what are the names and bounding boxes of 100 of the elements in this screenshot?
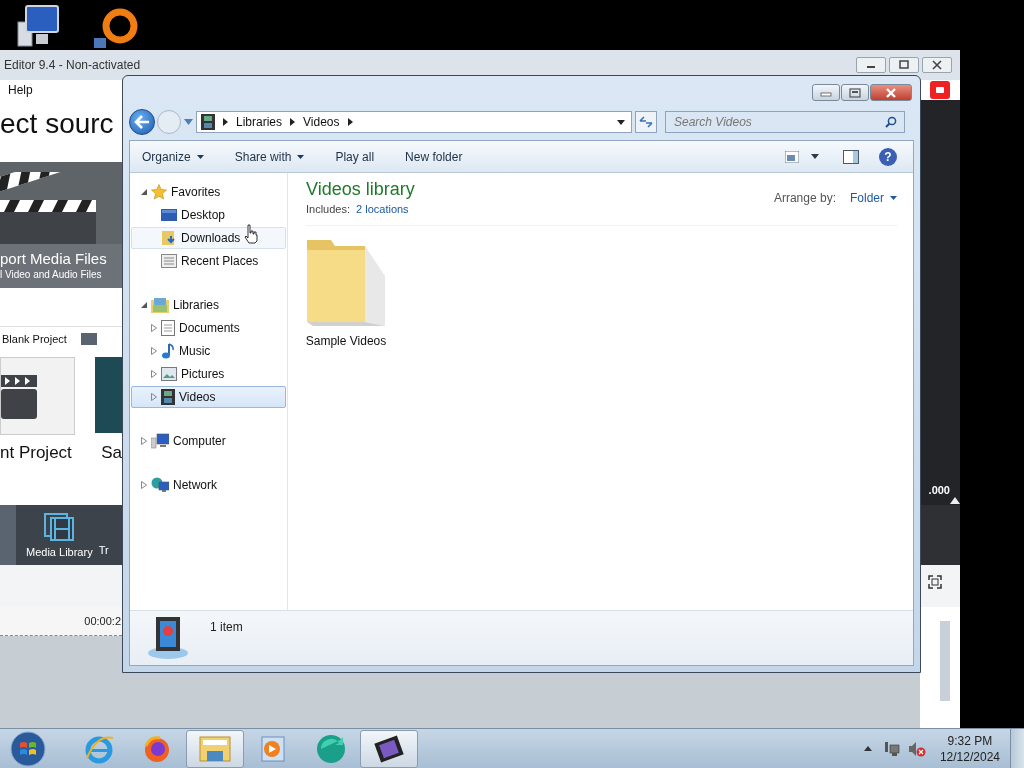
- chevron-icon[interactable]: [290, 118, 296, 126]
- page-heading: ect sourc: [0, 108, 115, 140]
- clapperboard-icon: [1, 373, 37, 419]
- restore-icon: [899, 60, 909, 70]
- up-arrow-icon[interactable]: [950, 496, 960, 504]
- includes-label: Includes:: [306, 203, 351, 215]
- triangle-icon[interactable]: [151, 370, 157, 378]
- scrollbar[interactable]: [940, 621, 950, 701]
- nav-item[interactable]: Network: [131, 474, 286, 496]
- caret-icon[interactable]: [811, 154, 819, 159]
- tile-subtitle: l Video and Audio Files: [0, 269, 103, 280]
- address-bar[interactable]: Libraries Videos: [196, 111, 632, 133]
- star-icon: [151, 184, 167, 200]
- triangle-icon[interactable]: [141, 189, 147, 195]
- computer-icon[interactable]: [16, 4, 60, 50]
- library-icon: [151, 297, 169, 313]
- folder-icon[interactable]: [80, 333, 97, 345]
- nav-item[interactable]: Recent Places: [131, 250, 286, 272]
- project-thumbnail[interactable]: [0, 357, 75, 435]
- film-icon: [201, 114, 215, 130]
- nav-item[interactable]: Music: [131, 340, 286, 362]
- fullscreen-icon[interactable]: [928, 575, 942, 589]
- network-icon[interactable]: [883, 740, 900, 757]
- triangle-icon[interactable]: [141, 302, 147, 308]
- chevron-icon[interactable]: [223, 118, 228, 126]
- blank-project-link[interactable]: Blank Project: [0, 333, 67, 345]
- tile-title: port Media Files: [0, 250, 108, 267]
- film-icon: [161, 389, 175, 405]
- clock-time[interactable]: 9:32 PM: [947, 732, 993, 749]
- nav-item[interactable]: Videos: [131, 386, 286, 408]
- maximize-button[interactable]: [841, 84, 869, 101]
- import-media-tile[interactable]: port Media Files l Video and Audio Files: [0, 162, 122, 288]
- toolbar-button[interactable]: New folder: [405, 144, 463, 169]
- network-icon: [151, 477, 169, 493]
- arrange-label: Arrange by:: [773, 191, 836, 205]
- show-desktop-button[interactable]: [1010, 728, 1024, 768]
- close-button[interactable]: [870, 84, 912, 101]
- nav-item[interactable]: Libraries: [131, 294, 286, 316]
- volume-muted-icon[interactable]: [907, 740, 926, 757]
- photo-placeholder[interactable]: [94, 357, 122, 433]
- taskbar-button[interactable]: [360, 729, 418, 768]
- timecode-label: 00:00:2: [84, 615, 121, 627]
- recent-places-icon: [161, 254, 177, 268]
- project-title: nt Project: [0, 443, 72, 463]
- clock-date[interactable]: 12/12/2024: [939, 748, 1000, 765]
- back-arrow-icon: [134, 115, 150, 129]
- nav-item[interactable]: Computer: [131, 430, 286, 452]
- search-icon: [885, 116, 897, 128]
- windows-logo-icon: [10, 730, 46, 767]
- browser-e-icon: [84, 733, 114, 764]
- restore-icon: [849, 87, 861, 98]
- video-play-icon[interactable]: [930, 81, 950, 99]
- document-icon: [161, 320, 175, 336]
- show-hidden-icons-icon[interactable]: [863, 746, 872, 751]
- nav-item[interactable]: Documents: [131, 317, 286, 339]
- start-button[interactable]: [8, 729, 48, 768]
- minimize-button[interactable]: [856, 57, 886, 73]
- close-icon: [932, 60, 942, 70]
- caret-icon: [890, 196, 897, 200]
- film-frames-icon: [43, 512, 76, 542]
- back-button[interactable]: [129, 109, 155, 135]
- preview-pane-icon[interactable]: [843, 149, 859, 164]
- triangle-icon[interactable]: [151, 347, 157, 355]
- locations-link[interactable]: 2 locations: [356, 203, 409, 215]
- search-field[interactable]: Search Videos: [665, 111, 905, 133]
- maximize-button[interactable]: [889, 57, 919, 73]
- caret-icon[interactable]: [617, 119, 625, 125]
- view-options-icon[interactable]: [785, 150, 799, 163]
- time-readout: .000: [928, 484, 951, 496]
- close-button[interactable]: [922, 57, 952, 73]
- library-title: Videos library: [306, 179, 415, 200]
- triangle-icon[interactable]: [141, 481, 147, 489]
- triangle-icon[interactable]: [141, 437, 147, 445]
- refresh-button[interactable]: [635, 111, 657, 133]
- nav-item[interactable]: Favorites: [131, 181, 286, 203]
- toolbar-button[interactable]: Play all: [335, 144, 375, 169]
- toolbar-button[interactable]: Organize: [142, 144, 204, 169]
- close-icon: [884, 87, 898, 98]
- triangle-icon[interactable]: [151, 324, 157, 332]
- refresh-icon: [639, 116, 653, 128]
- download-folder-icon: [161, 230, 177, 246]
- nav-item[interactable]: Desktop: [131, 204, 286, 226]
- tab-label[interactable]: Tr: [98, 544, 109, 556]
- status-text: 1 item: [210, 620, 243, 634]
- nav-item[interactable]: Downloads: [131, 227, 286, 249]
- folder-item[interactable]: Sample Videos: [298, 236, 394, 348]
- breadcrumb-item[interactable]: Videos: [303, 115, 340, 129]
- toolbar-button[interactable]: Share with: [234, 144, 305, 169]
- fox-globe-icon: [142, 733, 172, 764]
- breadcrumb-item[interactable]: Libraries: [236, 115, 283, 129]
- clapperboard-icon: [0, 172, 96, 244]
- project-title: Sa: [101, 443, 122, 463]
- help-button[interactable]: ?: [879, 147, 897, 166]
- nav-item[interactable]: Pictures: [131, 363, 286, 385]
- arrange-dropdown[interactable]: Folder: [850, 191, 897, 205]
- menu-item[interactable]: Help: [0, 83, 33, 97]
- window-title: Editor 9.4 - Non-activated: [3, 58, 141, 72]
- media-library-tab[interactable]: Media Library: [20, 512, 99, 558]
- desktop-icon: [161, 208, 177, 222]
- chevron-icon[interactable]: [347, 118, 353, 126]
